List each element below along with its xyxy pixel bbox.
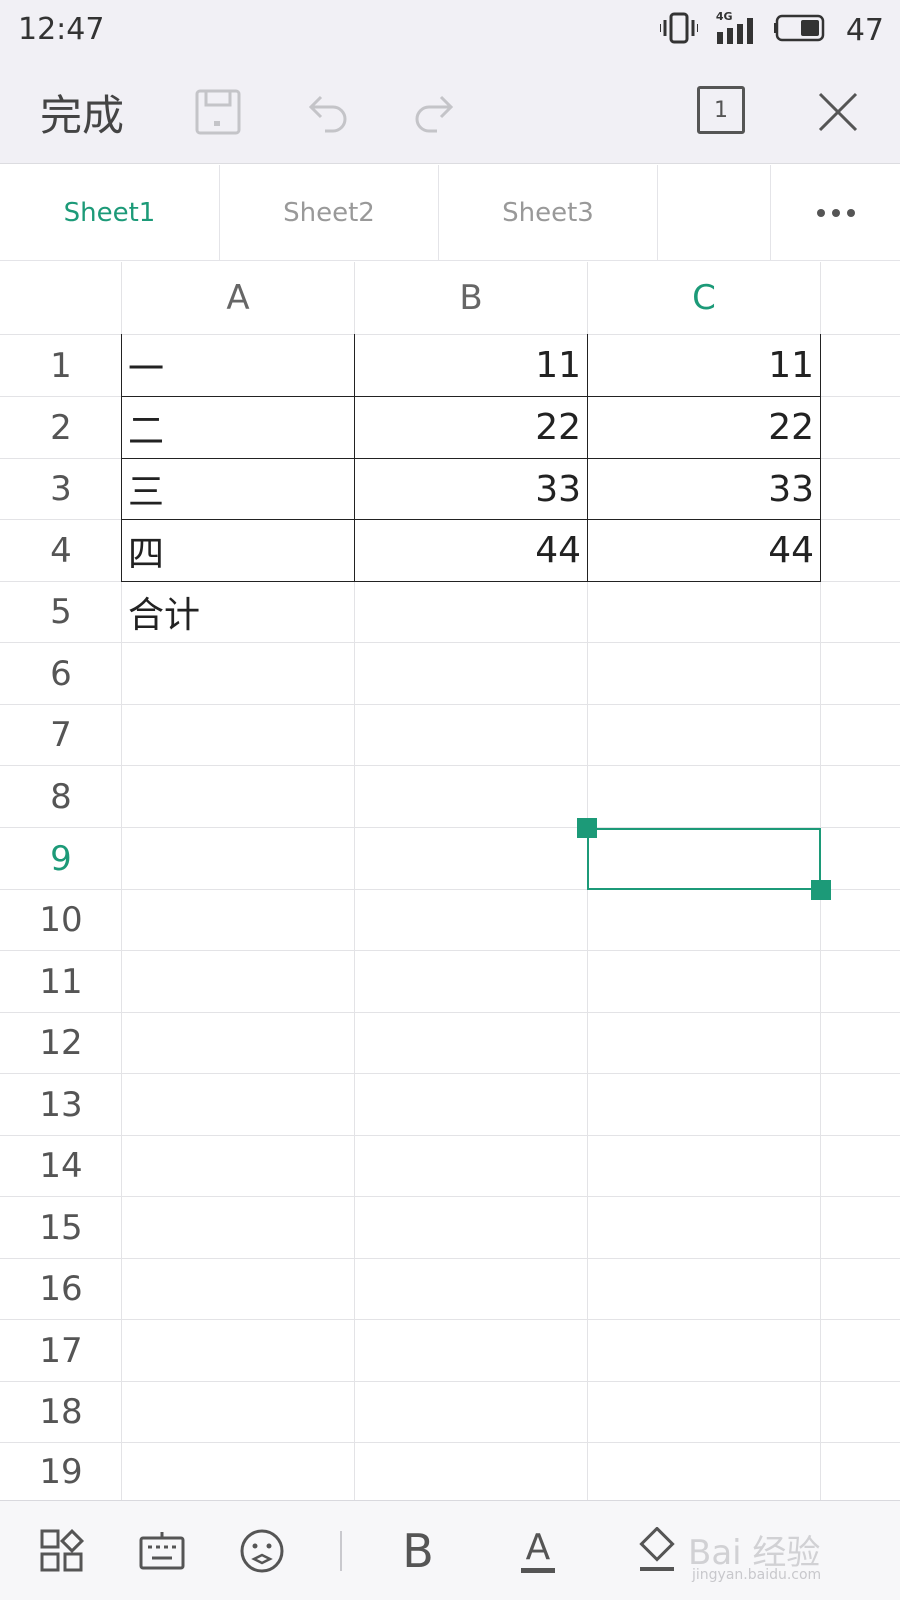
row-header-10[interactable]: 10	[0, 890, 122, 950]
baidu-watermark-url: jingyan.baidu.com	[692, 1567, 822, 1583]
status-icons: 4G 47	[658, 10, 884, 50]
tab-sheet3[interactable]: Sheet3	[439, 165, 658, 261]
battery-icon	[773, 14, 828, 46]
keyboard-icon[interactable]	[136, 1525, 188, 1577]
row-header-18[interactable]: 18	[0, 1382, 122, 1442]
row-header-12[interactable]: 12	[0, 1013, 122, 1073]
bottom-toolbar: B A Bai 经验 jingyan.baidu.com	[0, 1500, 900, 1600]
row-header-8[interactable]: 8	[0, 766, 122, 827]
cell-c4[interactable]: 44	[588, 520, 820, 581]
undo-icon[interactable]	[298, 82, 358, 142]
font-color-underline	[521, 1567, 555, 1573]
cell-c1[interactable]: 11	[588, 335, 820, 396]
spreadsheet-grid[interactable]: A B C 1 2 3 4 5 6 7 8 9 10 11 12 13 14 1…	[0, 262, 900, 1500]
row-header-6[interactable]: 6	[0, 643, 122, 704]
emoji-face-icon[interactable]	[236, 1525, 288, 1577]
cell-b4[interactable]: 44	[355, 520, 587, 581]
more-dots-icon	[816, 209, 855, 217]
column-header-c[interactable]: C	[588, 262, 820, 334]
row-header-4[interactable]: 4	[0, 520, 122, 581]
cell-a4[interactable]: 四	[122, 520, 354, 581]
more-tabs-button[interactable]	[771, 165, 900, 261]
fill-color-icon[interactable]	[632, 1525, 684, 1577]
tab-sheet2[interactable]: Sheet2	[220, 165, 439, 261]
signal-4g-icon: 4G	[716, 10, 756, 46]
cell-b1[interactable]: 11	[355, 335, 587, 396]
row-header-16[interactable]: 16	[0, 1259, 122, 1319]
done-button[interactable]: 完成	[40, 82, 124, 143]
bold-button[interactable]: B	[392, 1525, 444, 1577]
cell-b2[interactable]: 22	[355, 397, 587, 458]
editor-toolbar: 完成 1	[0, 60, 900, 164]
battery-percent: 47	[845, 12, 884, 48]
toolbar-divider	[340, 1531, 342, 1571]
row-header-11[interactable]: 11	[0, 951, 122, 1012]
row-header-19[interactable]: 19	[0, 1443, 122, 1500]
selection-handle-top-left[interactable]	[577, 818, 597, 838]
tab-empty	[658, 165, 771, 261]
row-header-14[interactable]: 14	[0, 1136, 122, 1196]
column-header-b[interactable]: B	[355, 262, 587, 334]
font-color-button[interactable]: A	[512, 1525, 564, 1577]
row-header-2[interactable]: 2	[0, 397, 122, 458]
font-color-label: A	[525, 1526, 551, 1568]
cell-a5[interactable]: 合计	[122, 582, 354, 642]
cell-b3[interactable]: 33	[355, 459, 587, 519]
close-icon[interactable]	[808, 82, 868, 142]
row-header-7[interactable]: 7	[0, 705, 122, 765]
row-header-3[interactable]: 3	[0, 459, 122, 519]
tab-sheet1[interactable]: Sheet1	[0, 165, 220, 261]
cell-a1[interactable]: 一	[122, 335, 354, 396]
cell-c2[interactable]: 22	[588, 397, 820, 458]
status-time: 12:47	[18, 12, 105, 47]
row-header-1[interactable]: 1	[0, 335, 122, 396]
cell-c3[interactable]: 33	[588, 459, 820, 519]
row-header-17[interactable]: 17	[0, 1320, 122, 1381]
cell-b5[interactable]	[355, 582, 587, 642]
row-header-15[interactable]: 15	[0, 1197, 122, 1258]
status-bar: 12:47 4G 47	[0, 0, 900, 60]
row-header-9[interactable]: 9	[0, 828, 122, 889]
apps-grid-icon[interactable]	[36, 1525, 88, 1577]
row-header-5[interactable]: 5	[0, 582, 122, 642]
column-header-a[interactable]: A	[122, 262, 354, 334]
selection-handle-bottom-right[interactable]	[811, 880, 831, 900]
sheet-count-button[interactable]: 1	[697, 86, 745, 134]
save-icon[interactable]	[188, 82, 248, 142]
vibrate-icon	[658, 12, 699, 48]
cell-a3[interactable]: 三	[122, 459, 354, 519]
row-header-13[interactable]: 13	[0, 1074, 122, 1135]
redo-icon[interactable]	[404, 82, 464, 142]
cell-a2[interactable]: 二	[122, 397, 354, 458]
bold-label: B	[402, 1524, 434, 1578]
cell-c5[interactable]	[588, 582, 820, 642]
sheet-tabs: Sheet1 Sheet2 Sheet3	[0, 165, 900, 261]
selected-cell-c9[interactable]	[587, 828, 821, 890]
